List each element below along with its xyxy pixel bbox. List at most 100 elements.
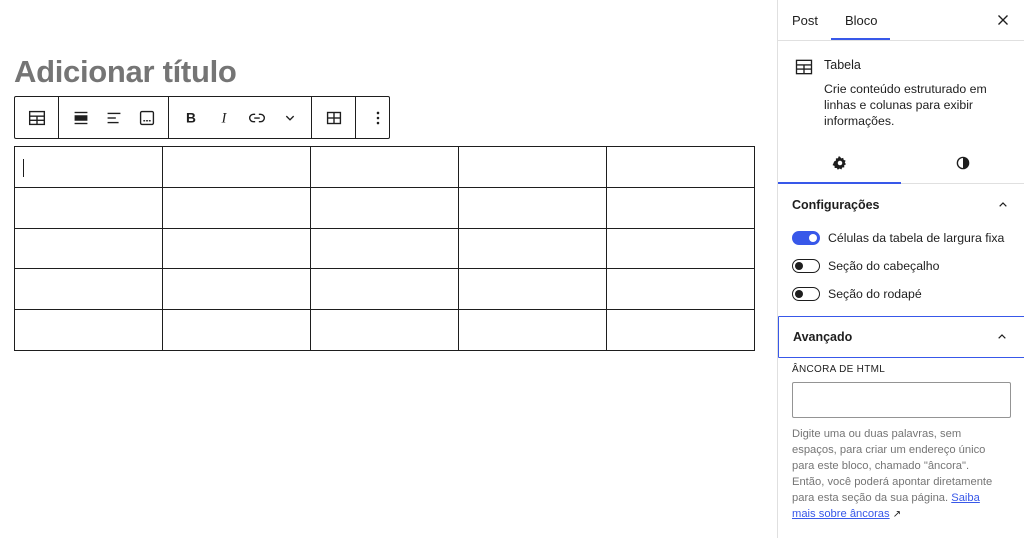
bold-button[interactable]: B: [174, 97, 207, 138]
block-toolbar: B I: [14, 96, 390, 139]
formatting-group: B I: [169, 97, 312, 138]
table-cell[interactable]: [162, 227, 311, 270]
chevron-up-icon: [998, 334, 1006, 339]
table-cell[interactable]: [606, 309, 755, 351]
table-cell[interactable]: [14, 227, 163, 270]
table-cell[interactable]: [310, 146, 459, 188]
table-cell[interactable]: [606, 268, 755, 311]
toggle-knob: [809, 234, 817, 242]
block-description: Crie conteúdo estruturado em linhas e co…: [824, 82, 987, 128]
tab-block[interactable]: Bloco: [845, 13, 878, 28]
table-body: [14, 146, 755, 351]
table-cell[interactable]: [162, 309, 311, 351]
toggle-row-fixed-width: Células da tabela de largura fixa: [792, 228, 1004, 248]
table-cell[interactable]: [14, 186, 163, 229]
svg-text:B: B: [186, 110, 196, 125]
table-cell[interactable]: [162, 146, 311, 188]
caption-button[interactable]: [130, 97, 163, 138]
table-cell[interactable]: [310, 227, 459, 270]
table-row: [14, 146, 755, 188]
toggle-knob: [795, 290, 803, 298]
settings-sidebar: Post Bloco Tabela Crie conteúdo estrutur…: [777, 0, 1024, 538]
html-anchor-help: Digite uma ou duas palavras, sem espaços…: [792, 426, 1002, 523]
chevron-up-icon: [999, 202, 1007, 207]
bold-icon: B: [186, 110, 196, 125]
block-card: Tabela Crie conteúdo estruturado em linh…: [778, 41, 1024, 136]
link-button[interactable]: [240, 97, 273, 138]
fixed-width-label: Células da tabela de largura fixa: [828, 231, 1005, 245]
block-inspector-tabs: [778, 142, 1024, 184]
active-tab-indicator: [831, 38, 890, 40]
editor-canvas: Adicionar título B I: [0, 0, 777, 538]
fixed-width-toggle[interactable]: [792, 231, 820, 245]
table-block-button[interactable]: [20, 97, 53, 138]
italic-button[interactable]: I: [207, 97, 240, 138]
table-row: [14, 309, 755, 351]
block-type-group: [15, 97, 59, 138]
alignment-group: [59, 97, 169, 138]
more-formatting-button[interactable]: [273, 97, 306, 138]
table-cell[interactable]: [310, 309, 459, 351]
avancado-title: Avançado: [793, 330, 853, 344]
table-icon: [28, 110, 45, 125]
post-title[interactable]: Adicionar título: [14, 54, 237, 90]
table-cell[interactable]: [458, 309, 607, 351]
align-text-button[interactable]: [97, 97, 130, 138]
table-cell[interactable]: [458, 146, 607, 188]
toggle-knob: [795, 262, 803, 270]
tab-styles[interactable]: [901, 142, 1024, 184]
table-icon: [795, 59, 813, 75]
block-name: Tabela: [824, 58, 861, 72]
more-options-icon: [376, 111, 379, 124]
table-row: [14, 227, 755, 270]
table-cell[interactable]: [162, 186, 311, 229]
toggle-row-header-section: Seção do cabeçalho: [792, 256, 939, 276]
edit-table-button[interactable]: [317, 97, 350, 138]
svg-text:I: I: [220, 110, 227, 126]
table-edit-group: [312, 97, 356, 138]
italic-icon: I: [220, 110, 227, 126]
table-row: [14, 268, 755, 311]
table-cell[interactable]: [14, 309, 163, 351]
table-cell[interactable]: [14, 146, 163, 188]
table-cell[interactable]: [458, 227, 607, 270]
align-text-left-icon: [107, 112, 120, 123]
external-link-icon: ↗: [892, 509, 902, 520]
caption-icon: [139, 110, 154, 125]
table-row: [14, 186, 755, 229]
header-section-toggle[interactable]: [792, 259, 820, 273]
edit-table-icon: [326, 111, 341, 124]
footer-section-label: Seção do rodapé: [828, 287, 922, 301]
header-section-label: Seção do cabeçalho: [828, 259, 940, 273]
table-cell[interactable]: [310, 186, 459, 229]
table-cell[interactable]: [458, 186, 607, 229]
more-options-button[interactable]: [361, 97, 394, 138]
table-cell[interactable]: [162, 268, 311, 311]
tab-post[interactable]: Post: [792, 13, 818, 28]
configuracoes-panel-header[interactable]: Configurações: [778, 184, 1024, 226]
text-caret: [23, 159, 24, 177]
options-group: [356, 97, 399, 138]
chevron-down-icon: [285, 115, 294, 121]
table-cell[interactable]: [606, 146, 755, 188]
html-anchor-input[interactable]: [792, 382, 1011, 418]
gear-icon: [832, 156, 846, 170]
close-icon[interactable]: [994, 11, 1012, 29]
contrast-icon: [956, 156, 969, 170]
html-anchor-label: ÂNCORA DE HTML: [792, 364, 886, 375]
table-cell[interactable]: [310, 268, 459, 311]
table-cell[interactable]: [458, 268, 607, 311]
toggle-row-footer-section: Seção do rodapé: [792, 284, 922, 304]
table-cell[interactable]: [14, 268, 163, 311]
align-wide-button[interactable]: [64, 97, 97, 138]
table-block[interactable]: [14, 146, 755, 351]
configuracoes-title: Configurações: [792, 198, 880, 212]
tab-settings[interactable]: [778, 142, 901, 184]
link-icon: [248, 113, 265, 122]
avancado-panel-header[interactable]: Avançado: [778, 316, 1024, 358]
align-wide-icon: [74, 111, 87, 124]
table-cell[interactable]: [606, 227, 755, 270]
table-cell[interactable]: [606, 186, 755, 229]
sidebar-tabs: Post Bloco: [778, 0, 1024, 41]
footer-section-toggle[interactable]: [792, 287, 820, 301]
